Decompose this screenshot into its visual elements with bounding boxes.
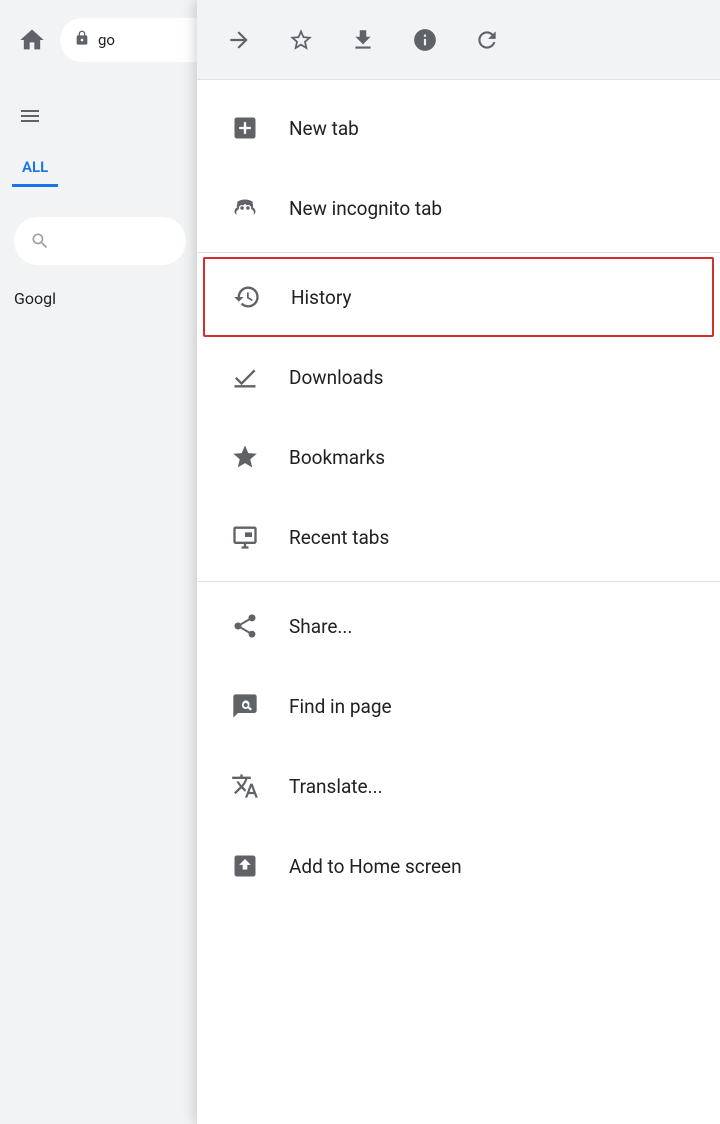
info-icon[interactable] (403, 18, 447, 62)
url-text: go (98, 31, 115, 49)
reload-icon[interactable] (465, 18, 509, 62)
search-bar[interactable] (14, 217, 186, 265)
new-tab-label: New tab (289, 117, 359, 140)
tab-row: ALL (0, 150, 200, 187)
add-home-icon (225, 846, 265, 886)
find-icon (225, 686, 265, 726)
find-label: Find in page (289, 695, 392, 718)
menu-item-history[interactable]: History (203, 257, 714, 337)
menu-item-downloads[interactable]: Downloads (197, 337, 720, 417)
history-label: History (291, 286, 351, 309)
address-bar[interactable]: go (60, 18, 220, 62)
menu-item-incognito[interactable]: New incognito tab (197, 168, 720, 248)
dropdown-menu: New tab New incognito tab History D (197, 0, 720, 1124)
history-icon (227, 277, 267, 317)
menu-item-share[interactable]: Share... (197, 586, 720, 666)
menu-toolbar (197, 0, 720, 80)
tab-all[interactable]: ALL (12, 150, 58, 187)
sidebar-strip: ALL Googl (0, 80, 200, 1124)
divider-2 (197, 581, 720, 582)
divider-1 (197, 252, 720, 253)
menu-item-new-tab[interactable]: New tab (197, 88, 720, 168)
translate-icon (225, 766, 265, 806)
hamburger-icon[interactable] (0, 92, 200, 146)
incognito-icon (225, 188, 265, 228)
translate-label: Translate... (289, 775, 383, 798)
new-tab-icon (225, 108, 265, 148)
bookmarks-label: Bookmarks (289, 446, 385, 469)
google-text: Googl (14, 289, 200, 308)
recent-tabs-label: Recent tabs (289, 526, 389, 549)
forward-icon[interactable] (217, 18, 261, 62)
menu-item-add-home[interactable]: Add to Home screen (197, 826, 720, 906)
incognito-label: New incognito tab (289, 197, 442, 220)
menu-list: New tab New incognito tab History D (197, 80, 720, 1124)
share-icon (225, 606, 265, 646)
add-home-label: Add to Home screen (289, 855, 462, 878)
bookmarks-icon (225, 437, 265, 477)
home-icon[interactable] (12, 20, 52, 60)
share-label: Share... (289, 615, 352, 638)
menu-item-find[interactable]: Find in page (197, 666, 720, 746)
recent-tabs-icon (225, 517, 265, 557)
menu-item-bookmarks[interactable]: Bookmarks (197, 417, 720, 497)
downloads-label: Downloads (289, 366, 383, 389)
downloads-icon (225, 357, 265, 397)
star-icon[interactable] (279, 18, 323, 62)
download-toolbar-icon[interactable] (341, 18, 385, 62)
lock-icon (74, 30, 90, 50)
menu-item-translate[interactable]: Translate... (197, 746, 720, 826)
menu-item-recent-tabs[interactable]: Recent tabs (197, 497, 720, 577)
